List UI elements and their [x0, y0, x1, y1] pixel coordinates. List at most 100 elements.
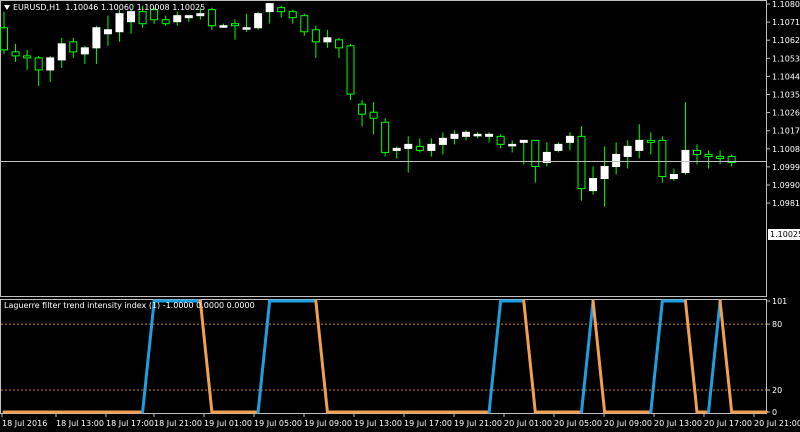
candle-body: [404, 143, 413, 149]
indicator-axis: 101 80 20 0: [1, 297, 787, 417]
candle-body: [311, 29, 320, 43]
dropdown-triangle-icon[interactable]: [4, 5, 10, 10]
candle-body: [635, 139, 644, 151]
price-tick-label: 1.10808: [772, 0, 800, 9]
time-tick-label: 20 Jul 01:00: [504, 419, 552, 428]
indicator-tick-label: 80: [772, 320, 782, 329]
indicator-tick-label: 101: [772, 297, 787, 306]
time-tick-label: 18 Jul 13:00: [56, 419, 104, 428]
indicator-segment: [256, 299, 272, 414]
candle-body: [496, 135, 505, 145]
candle-body: [161, 19, 170, 25]
time-tick-label: 19 Jul 05:00: [254, 419, 302, 428]
time-tick-label: 18 Jul 2016: [2, 419, 47, 428]
price-tick-label: 1.09998: [772, 163, 800, 172]
indicator-segment: [580, 299, 595, 414]
price-tick-label: 1.09908: [772, 181, 800, 190]
candle-body: [554, 143, 563, 151]
candle-body: [265, 3, 274, 13]
time-tick-label: 19 Jul 17:00: [404, 419, 452, 428]
indicator-segment: [198, 299, 214, 414]
candle-body: [565, 135, 574, 143]
price-tick-label: 1.09818: [772, 199, 800, 208]
candle-body: [519, 139, 528, 143]
indicator-segment: [683, 299, 699, 414]
candle-body: [381, 121, 390, 153]
indicator-segment: [522, 299, 537, 414]
indicator-segment: [141, 299, 156, 414]
time-tick-label: 19 Jul 01:00: [204, 419, 252, 428]
candle-body: [589, 178, 598, 192]
candle-body: [11, 51, 20, 57]
candle-body: [473, 133, 482, 137]
candle-body: [716, 155, 725, 159]
indicator-segment: [649, 299, 664, 414]
price-chart-header: EURUSD,H1 1.10046 1.10060 1.10008 1.1002…: [4, 3, 205, 12]
indicator-segment: [718, 299, 734, 414]
time-tick-label: 20 Jul 09:00: [604, 419, 652, 428]
candle-body: [600, 165, 609, 180]
time-tick-label: 18 Jul 21:00: [154, 419, 202, 428]
candle-body: [0, 27, 8, 51]
candle-body: [415, 145, 424, 151]
candle-body: [92, 27, 101, 49]
current-price-tag: 1.10025: [768, 229, 800, 240]
candle-body: [219, 25, 228, 28]
time-tick-label: 20 Jul 05:00: [554, 419, 602, 428]
time-tick-label: 20 Jul 17:00: [704, 419, 752, 428]
indicator-segment: [314, 299, 329, 414]
price-tick-label: 1.10628: [772, 36, 800, 45]
candle-body: [646, 139, 655, 143]
indicator-segment: [591, 299, 607, 414]
candle-body: [358, 103, 367, 115]
candle-body: [334, 39, 343, 49]
candle-body: [623, 145, 632, 157]
symbol-label: EURUSD,H1: [13, 3, 61, 12]
candle-body: [323, 37, 332, 43]
time-tick-label: 20 Jul 13:00: [654, 419, 702, 428]
candle-body: [508, 143, 517, 147]
candle-body: [485, 133, 494, 137]
time-tick-label: 20 Jul 21:00: [754, 419, 800, 428]
candle-body: [173, 15, 182, 23]
indicator-tick-label: 20: [772, 386, 782, 395]
price-tick-label: 1.10268: [772, 109, 800, 118]
candle-body: [450, 133, 459, 139]
price-tick-label: 1.10448: [772, 72, 800, 81]
candle-body: [612, 153, 621, 167]
candle-body: [669, 174, 678, 180]
candle-body: [23, 55, 32, 59]
time-tick-label: 19 Jul 09:00: [304, 419, 352, 428]
candle-body: [231, 23, 239, 27]
candle-body: [242, 27, 251, 30]
candle-body: [207, 9, 216, 27]
price-tick-label: 1.10538: [772, 54, 800, 63]
candle-body: [369, 111, 378, 119]
candle-body: [34, 57, 43, 71]
price-tick-label: 1.10718: [772, 18, 800, 27]
candle-body: [462, 131, 470, 137]
candle-body: [127, 11, 136, 23]
indicator-tick-label: 0: [772, 408, 777, 417]
candle-body: [103, 29, 112, 35]
time-tick-label: 18 Jul 17:00: [106, 419, 154, 428]
candle-body: [542, 151, 551, 163]
candle-body: [115, 13, 124, 33]
candle-body: [69, 41, 78, 53]
candle-body: [138, 11, 147, 25]
candlesticks: [0, 3, 736, 207]
candle-body: [693, 149, 701, 155]
time-tick-label: 19 Jul 21:00: [454, 419, 502, 428]
candle-body: [277, 7, 286, 13]
candle-body: [80, 47, 89, 55]
candle-body: [392, 147, 401, 151]
candle-body: [196, 13, 205, 17]
candle-body: [346, 45, 355, 95]
chart-canvas[interactable]: 1.10808 1.10718 1.10628 1.10538 1.10448 1.103…: [0, 0, 800, 432]
candle-body: [300, 15, 309, 33]
candle-body: [658, 139, 667, 178]
chart-window[interactable]: 1.10808 1.10718 1.10628 1.10538 1.10448 1.103…: [0, 0, 800, 432]
candle-body: [184, 15, 193, 19]
candle-body: [531, 139, 540, 167]
candle-body: [438, 137, 447, 145]
